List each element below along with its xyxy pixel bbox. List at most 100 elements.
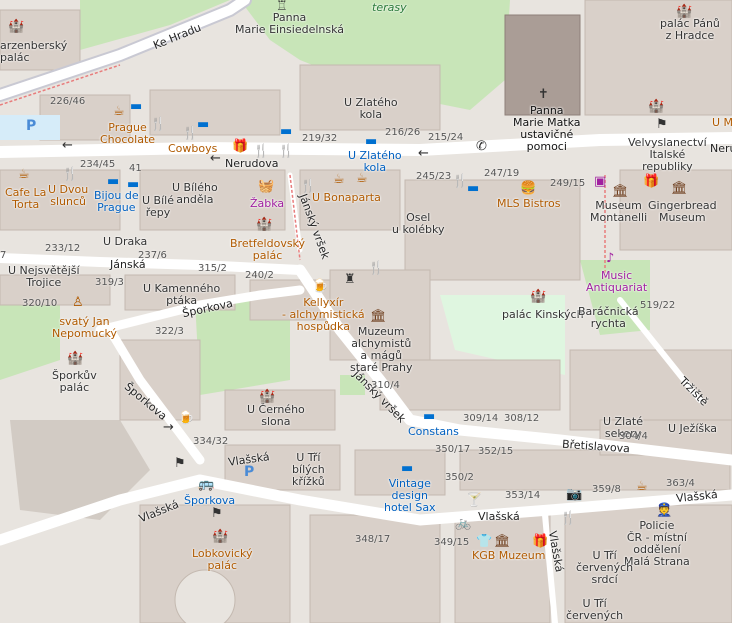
label-lobkovicky-palac[interactable]: Lobkovický palác <box>192 548 252 572</box>
police-icon[interactable]: 👮 <box>656 504 672 517</box>
museum-icon[interactable]: 🏛 <box>671 182 688 195</box>
bar-icon[interactable]: 🍺 <box>178 412 194 425</box>
label-u-tri-cervenych[interactable]: U Tří červených <box>566 598 623 622</box>
label-museum-montanelli[interactable]: Museum Montanelli <box>590 200 647 224</box>
castle-icon[interactable]: 🏰 <box>530 290 546 303</box>
castle-icon[interactable]: 🏰 <box>676 5 692 18</box>
label-constans[interactable]: Constans <box>408 426 459 438</box>
hotel-icon[interactable]: ▬ <box>423 410 435 423</box>
label-u-draka[interactable]: U Draka <box>103 236 147 248</box>
label-vintage-design-hotel[interactable]: Vintage design hotel Sax <box>384 478 436 514</box>
castle-icon[interactable]: 🏰 <box>259 390 275 403</box>
label-u-m[interactable]: U M <box>712 117 732 129</box>
label-sporkuv-palac[interactable]: Šporkův palác <box>52 370 97 394</box>
label-u-jezisky[interactable]: U Ježíška <box>668 423 717 435</box>
label-u-cerneho-slona[interactable]: U Černého slona <box>247 404 305 428</box>
label-kgb-muzeum[interactable]: KGB Muzeum <box>472 550 545 562</box>
museum-icon[interactable]: 🏛 <box>494 535 511 548</box>
cafe-icon[interactable]: ☕ <box>113 105 125 118</box>
restaurant-icon[interactable]: 🍴 <box>368 262 384 275</box>
hotel-icon[interactable]: ▬ <box>467 182 479 195</box>
label-u-tri-cervenych-srdci[interactable]: U Tří červených srdcí <box>576 550 633 586</box>
label-u-kamenneho-ptaka[interactable]: U Kamenného ptáka <box>143 283 220 307</box>
label-velvyslanectvi[interactable]: Velvyslanectví Italské republiky <box>628 137 707 173</box>
hotel-icon[interactable]: ▬ <box>401 462 413 475</box>
parking-icon[interactable]: P <box>244 464 254 480</box>
church-cross-icon[interactable]: ✝ <box>538 88 549 101</box>
cosmetics-icon[interactable]: ▣ <box>594 175 606 188</box>
camera-shop-icon[interactable]: 📷 <box>566 488 582 501</box>
statue-icon[interactable]: ♙ <box>72 296 84 309</box>
gift-shop-icon[interactable]: 🎁 <box>232 140 248 153</box>
cafe-icon[interactable]: ☕ <box>356 172 368 185</box>
label-policie[interactable]: Policie ČR - místní oddělení Malá Strana <box>624 520 690 568</box>
label-osel-u-kolebky[interactable]: Osel u kolébky <box>392 212 444 236</box>
cafe-icon[interactable]: ☕ <box>333 173 345 186</box>
restaurant-icon[interactable]: 🍴 <box>300 180 316 193</box>
label-mls-bistros[interactable]: MLS Bistros <box>497 198 561 210</box>
label-palac-panu[interactable]: palác Pánů z Hradce <box>660 18 720 42</box>
museum-icon[interactable]: 🏛 <box>612 185 629 198</box>
label-palac-kinskych[interactable]: palác Kinských <box>502 309 584 321</box>
label-sporkova-stop[interactable]: Šporkova <box>184 495 235 507</box>
gift-shop-icon[interactable]: 🎁 <box>643 175 659 188</box>
hotel-icon[interactable]: ▬ <box>127 178 139 191</box>
bus-stop-icon[interactable]: 🚌 <box>198 478 214 491</box>
museum-icon[interactable]: 🏛 <box>370 310 387 323</box>
label-u-nejsvetejsi-trojice[interactable]: U Nejsvětější Trojice <box>8 265 80 289</box>
label-schwarzenbersky[interactable]: arzenberský palác <box>0 40 67 64</box>
label-bijou-de-prague[interactable]: Bijou de Prague <box>94 190 139 214</box>
map-canvas[interactable]: Ke Hradu Nerudova Nerudo Jánská Šporkova… <box>0 0 732 623</box>
label-muzeum-alchymistu[interactable]: Muzeum alchymistů a mágů staré Prahy <box>350 326 413 374</box>
tower-icon[interactable]: ♜ <box>344 273 356 286</box>
castle-icon[interactable]: 🏰 <box>212 530 228 543</box>
parking-icon[interactable]: P <box>26 118 36 134</box>
label-panna-einsiedelnska[interactable]: Panna Marie Einsiedelnská <box>235 12 344 36</box>
label-cafe-la-torta[interactable]: Cafe La Torta <box>5 187 46 211</box>
restaurant-icon[interactable]: 🍴 <box>278 145 294 158</box>
label-svaty-jan[interactable]: svatý Jan Nepomucký <box>52 316 117 340</box>
bar-icon[interactable]: 🍺 <box>312 280 328 293</box>
label-panna-matka[interactable]: Panna Marie Matka ustavičné pomoci <box>513 105 581 153</box>
phone-icon[interactable]: ✆ <box>476 140 487 153</box>
cafe-icon[interactable]: ☕ <box>636 480 648 493</box>
label-baracnicka-rychta[interactable]: Baráčnická rychta <box>578 306 639 330</box>
flag-icon[interactable]: ⚑ <box>211 507 223 520</box>
castle-icon[interactable]: 🏰 <box>648 100 664 113</box>
gift-shop-icon[interactable]: 🎁 <box>532 535 548 548</box>
restaurant-icon[interactable]: 🍴 <box>253 145 269 158</box>
fast-food-icon[interactable]: 🍔 <box>520 182 536 195</box>
label-u-dvou-sluncu[interactable]: U Dvou slunců <box>48 184 88 208</box>
label-u-zlateho-kola[interactable]: U Zlatého kola <box>344 97 398 121</box>
castle-icon[interactable]: 🏰 <box>67 352 83 365</box>
label-zabka[interactable]: Žabka <box>250 198 284 210</box>
restaurant-icon[interactable]: 🍴 <box>182 127 198 140</box>
clothes-shop-icon[interactable]: 👕 <box>476 535 492 548</box>
label-music-antiquariat[interactable]: Music Antiquariat <box>586 270 647 294</box>
hotel-icon[interactable]: ▬ <box>130 100 142 113</box>
music-icon[interactable]: ♪ <box>606 252 614 265</box>
viewpoint-icon[interactable]: ♖ <box>276 0 288 13</box>
bicycle-icon[interactable]: 🚲 <box>455 517 471 530</box>
hotel-icon[interactable]: ▬ <box>365 135 377 148</box>
restaurant-icon[interactable]: 🍴 <box>62 168 78 181</box>
flag-icon[interactable]: ⚑ <box>656 118 668 131</box>
bar-icon[interactable]: 🍸 <box>466 494 482 507</box>
label-bretfeldovsky[interactable]: Bretfeldovský palác <box>230 238 305 262</box>
cafe-icon[interactable]: ☕ <box>18 168 30 181</box>
label-u-bonaparta[interactable]: U Bonaparta <box>312 192 381 204</box>
label-u-bileho-andela[interactable]: U Bílého anděla <box>172 182 218 206</box>
label-u-tri-bilych-krizku[interactable]: U Tří bílých křížků <box>292 452 325 488</box>
flag-icon[interactable]: ⚑ <box>174 457 186 470</box>
restaurant-icon[interactable]: 🍴 <box>150 118 166 131</box>
castle-icon[interactable]: 🏰 <box>8 20 24 33</box>
hotel-icon[interactable]: ▬ <box>197 118 209 131</box>
shop-basket-icon[interactable]: 🧺 <box>258 180 274 193</box>
hotel-icon[interactable]: ▬ <box>107 175 119 188</box>
label-gingerbread-museum[interactable]: Gingerbread Museum <box>648 200 717 224</box>
hotel-icon[interactable]: ▬ <box>280 125 292 138</box>
restaurant-icon[interactable]: 🍴 <box>452 175 468 188</box>
castle-icon[interactable]: 🏰 <box>256 218 272 231</box>
label-u-bile-repy[interactable]: U Bílé řepy <box>142 195 174 219</box>
restaurant-icon[interactable]: 🍴 <box>560 512 576 525</box>
